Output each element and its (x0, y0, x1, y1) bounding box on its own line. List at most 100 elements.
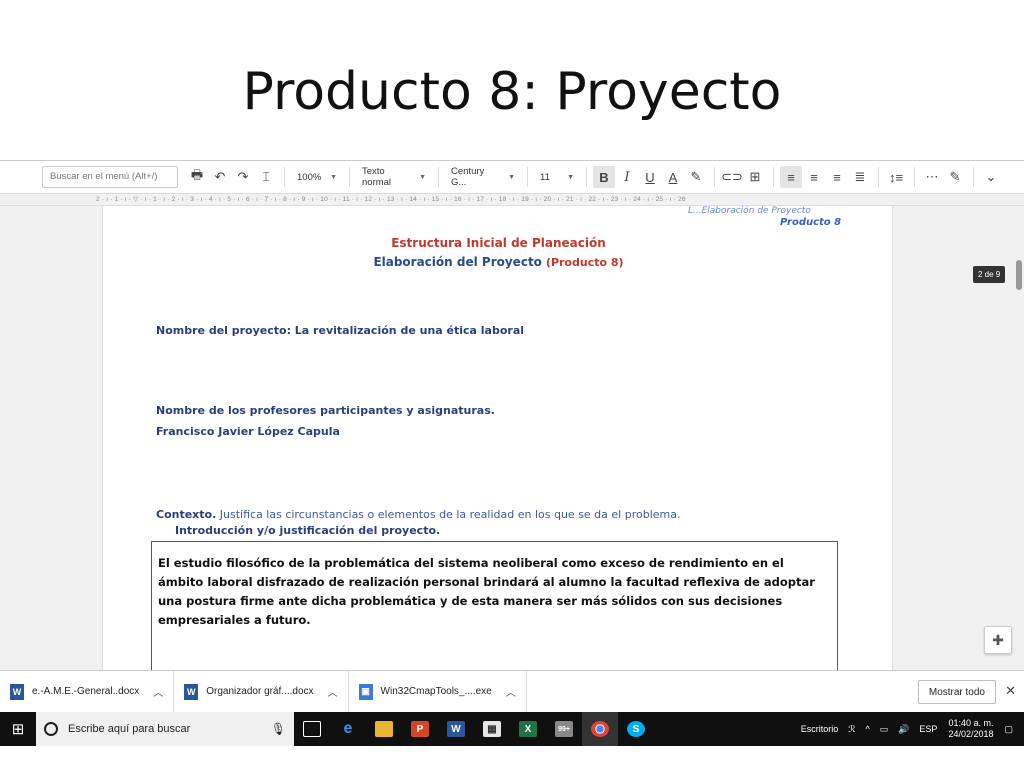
volume-icon[interactable]: 🔊 (898, 724, 909, 735)
doc-title: Estructura Inicial de Planeación (391, 236, 606, 250)
chevron-up-icon[interactable]: ︿ (506, 684, 516, 699)
clock[interactable]: 01:40 a. m. 24/02/2018 (948, 718, 993, 740)
skype-glyph: S (627, 721, 645, 737)
show-all-button[interactable]: Mostrar todo (917, 680, 996, 704)
link-icon[interactable]: ⊂⊃ (721, 166, 743, 188)
align-right-icon[interactable]: ≡ (826, 166, 848, 188)
toolbar-divider (527, 167, 528, 187)
header-product-label: Producto 8 (780, 217, 842, 228)
menu-search-input[interactable]: Buscar en el menú (Alt+/) (42, 166, 178, 188)
teacher-name: Francisco Javier López Capula (156, 425, 340, 438)
word-doc-icon: W (10, 683, 24, 700)
more-icon[interactable]: ⋯ (921, 166, 943, 188)
chevron-down-icon: ▼ (330, 173, 337, 181)
font-size-dropdown[interactable]: 11 ▼ (534, 166, 580, 188)
word-icon[interactable]: W (438, 712, 474, 746)
download-filename: Organizador gráf....docx (206, 686, 314, 697)
line-spacing-icon[interactable]: ↕≡ (885, 166, 907, 188)
excel-icon[interactable]: X (510, 712, 546, 746)
justify-icon[interactable]: ≣ (849, 166, 871, 188)
context-description: Justifica las circunstancias o elementos… (216, 508, 681, 521)
context-line: Contexto. Justifica las circunstancias o… (156, 508, 680, 521)
scrollbar[interactable] (1014, 206, 1024, 746)
text-color-icon[interactable]: A (662, 166, 684, 188)
style-dropdown[interactable]: Texto normal ▼ (356, 166, 432, 188)
edge-glyph: e (343, 720, 353, 737)
mail-icon[interactable]: 99+ (546, 712, 582, 746)
zoom-dropdown[interactable]: 100% ▼ (291, 166, 343, 188)
document-page[interactable]: L...Elaboración de Proyecto Producto 8 E… (102, 206, 893, 746)
exe-icon: ▣ (358, 683, 373, 700)
bold-icon[interactable]: B (593, 166, 615, 188)
chevron-up-icon[interactable]: ^ (865, 724, 869, 734)
ruler[interactable]: 2 · ı · 1 · ı · ▽ · ı · 1 · ı · 2 · ı · … (0, 194, 1024, 206)
download-item[interactable]: ▣ Win32CmapTools_....exe ︿ (349, 670, 527, 713)
intro-label: Introducción y/o justificación del proye… (175, 524, 441, 537)
chevron-up-icon[interactable]: ︿ (153, 684, 163, 699)
highlight-icon[interactable]: ✎ (685, 166, 707, 188)
word-doc-icon: W (184, 683, 199, 700)
collapse-chevron-icon[interactable]: ⌄ (980, 166, 1002, 188)
docs-toolbar: Buscar en el menú (Alt+/) 🖶 ↶ ↷ ⌶ 100% ▼ … (0, 160, 1024, 194)
context-label: Contexto. (156, 508, 217, 521)
microphone-icon[interactable]: 🎙 (271, 722, 286, 736)
toolbar-divider (973, 167, 974, 187)
task-view-icon[interactable] (294, 712, 330, 746)
align-left-icon[interactable]: ≡ (780, 166, 802, 188)
taskbar-search[interactable]: Escribe aquí para buscar 🎙 (36, 712, 294, 746)
italic-icon[interactable]: I (616, 166, 638, 188)
doc-subtitle: Elaboración del Proyecto (Producto 8) (103, 255, 894, 269)
download-filename: Win32CmapTools_....exe (380, 686, 492, 697)
cortana-icon (44, 722, 58, 736)
project-name-line: Nombre del proyecto: La revitalización d… (156, 324, 525, 337)
undo-icon[interactable]: ↶ (209, 166, 231, 188)
download-item[interactable]: W e.-A.M.E.-General..docx ︿ (0, 670, 175, 713)
system-tray: Escritorio ℛ ^ ▭ 🔊 ESP 01:40 a. m. 24/02… (796, 718, 1024, 740)
editing-mode-icon[interactable]: ✎ (944, 166, 966, 188)
mail-badge: 99+ (555, 721, 573, 737)
toolbar-divider (914, 167, 915, 187)
edge-icon[interactable]: e (330, 712, 366, 746)
toolbar-divider (586, 167, 587, 187)
windows-start-icon[interactable]: ⊞ (0, 712, 36, 746)
downloads-bar: W e.-A.M.E.-General..docx ︿ W Organizado… (0, 670, 1024, 713)
download-item[interactable]: W Organizador gráf....docx ︿ (174, 670, 349, 713)
slide-title: Producto 8: Proyecto (242, 62, 782, 122)
redo-icon[interactable]: ↷ (232, 166, 254, 188)
chevron-up-icon[interactable]: ︿ (328, 684, 338, 699)
underline-icon[interactable]: U (639, 166, 661, 188)
taskbar-search-placeholder: Escribe aquí para buscar (68, 723, 191, 735)
paint-format-icon[interactable]: ⌶ (255, 166, 277, 188)
teachers-label: Nombre de los profesores participantes y… (156, 404, 495, 417)
file-explorer-icon[interactable] (366, 712, 402, 746)
header-faded-text: L...Elaboración de Proyecto (688, 206, 811, 216)
close-icon[interactable]: ✕ (1005, 683, 1016, 699)
align-center-icon[interactable]: ≡ (803, 166, 825, 188)
clock-date: 24/02/2018 (948, 729, 994, 739)
excel-glyph: X (519, 721, 537, 737)
print-icon[interactable]: 🖶 (186, 166, 208, 188)
page-indicator: 2 de 9 (973, 266, 1006, 283)
language-indicator[interactable]: ESP (919, 724, 937, 734)
skype-icon[interactable]: S (618, 712, 654, 746)
task-view-glyph (303, 721, 321, 737)
doc-subtitle-text: Elaboración del Proyecto (373, 255, 542, 269)
people-icon[interactable]: ℛ (848, 724, 855, 735)
doc-subtitle-product: (Producto 8) (545, 256, 624, 269)
store-icon[interactable]: ▦ (474, 712, 510, 746)
chevron-down-icon: ▼ (508, 173, 515, 181)
chevron-down-icon: ▼ (419, 173, 426, 181)
add-comment-icon[interactable]: ✚ (984, 626, 1012, 654)
download-filename: e.-A.M.E.-General..docx (32, 686, 140, 697)
scroll-thumb[interactable] (1016, 260, 1022, 290)
font-dropdown[interactable]: Century G... ▼ (445, 166, 521, 188)
network-icon[interactable]: ▭ (880, 724, 889, 735)
powerpoint-icon[interactable]: P (402, 712, 438, 746)
notifications-icon[interactable]: ▢ (1004, 724, 1013, 735)
toolbar-divider (878, 167, 879, 187)
clock-time: 01:40 a. m. (948, 718, 994, 728)
desktop-label[interactable]: Escritorio (801, 724, 839, 734)
chrome-icon[interactable] (582, 712, 618, 746)
font-value: Century G... (451, 166, 485, 188)
comment-icon[interactable]: ⊞ (744, 166, 766, 188)
